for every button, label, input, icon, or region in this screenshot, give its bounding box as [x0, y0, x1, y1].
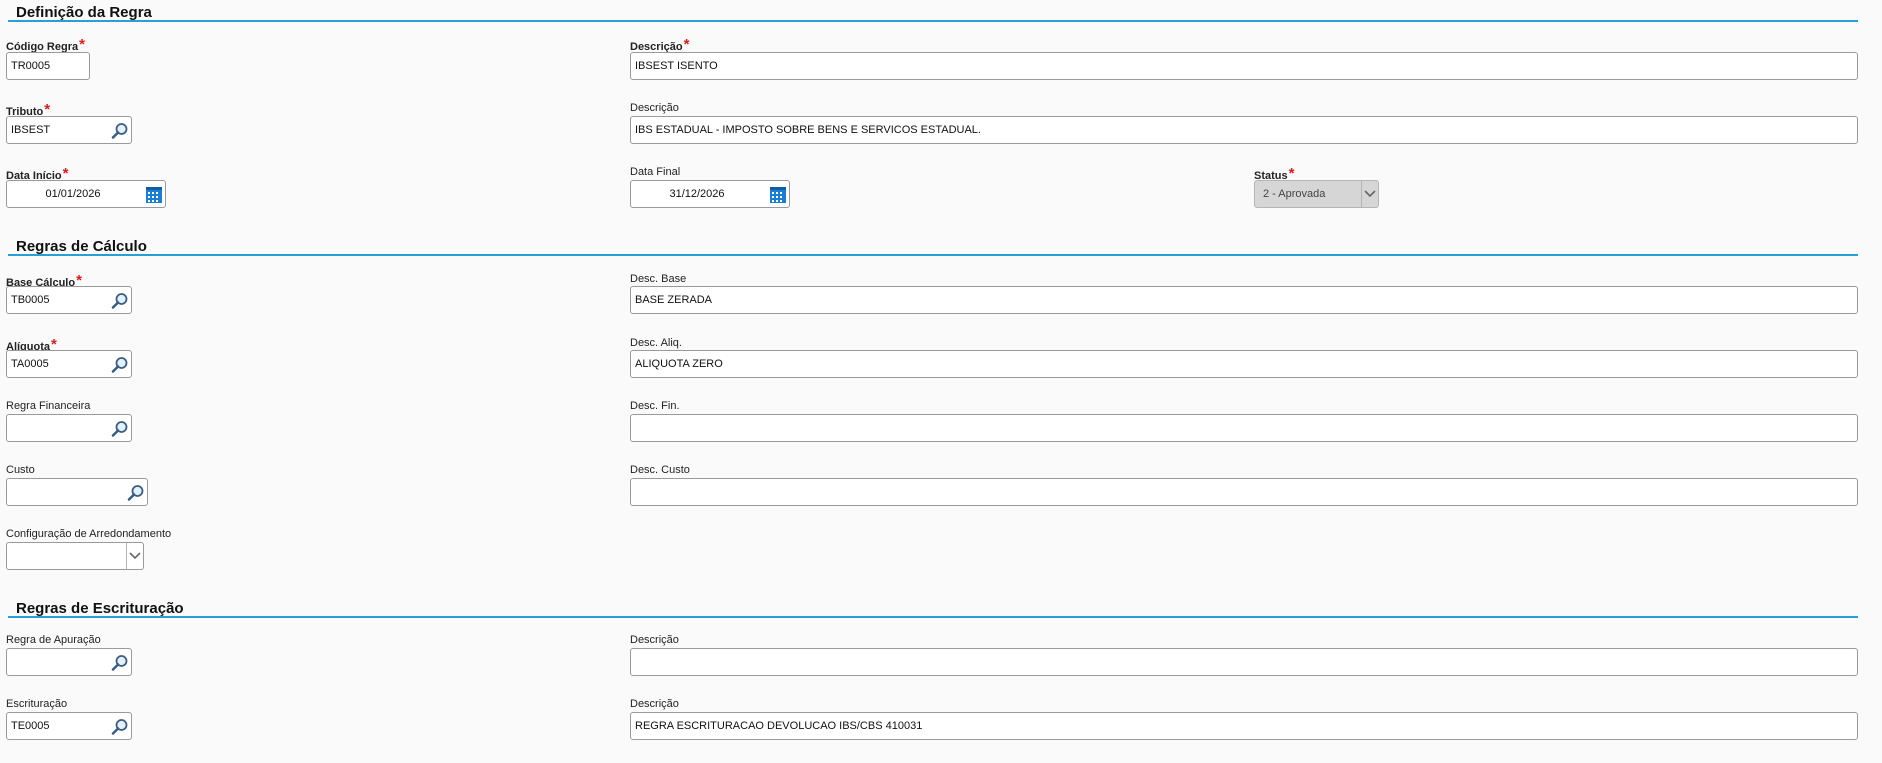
desc-custo-field[interactable] — [630, 478, 1858, 506]
tributo-value: IBSEST — [11, 124, 51, 136]
base-calculo-value: TB0005 — [11, 294, 50, 306]
config-arredondamento-select[interactable] — [6, 542, 144, 570]
data-final-value: 31/12/2026 — [669, 188, 725, 200]
desc-custo-label: Desc. Custo — [630, 464, 690, 476]
search-icon[interactable] — [111, 356, 129, 374]
descricao-tributo-value: IBS ESTADUAL - IMPOSTO SOBRE BENS E SERV… — [635, 124, 981, 136]
aliquota-value: TA0005 — [11, 358, 49, 370]
section-title-definicao: Definição da Regra — [16, 4, 152, 21]
descricao-escrituracao-field[interactable]: REGRA ESCRITURACAO DEVOLUCAO IBS/CBS 410… — [630, 712, 1858, 740]
codigo-regra-value: TR0005 — [11, 60, 51, 72]
regra-apuracao-label: Regra de Apuração — [6, 634, 101, 646]
desc-fin-field[interactable] — [630, 414, 1858, 442]
custo-field[interactable] — [6, 478, 148, 506]
config-arredondamento-label: Configuração de Arredondamento — [6, 528, 172, 540]
descricao-regra-field[interactable]: IBSEST ISENTO — [630, 52, 1858, 80]
section-divider — [8, 20, 1858, 22]
descricao-tributo-field[interactable]: IBS ESTADUAL - IMPOSTO SOBRE BENS E SERV… — [630, 116, 1858, 144]
section-title-calculo: Regras de Cálculo — [16, 238, 147, 255]
search-icon[interactable] — [111, 292, 129, 310]
regra-financeira-field[interactable] — [6, 414, 132, 442]
desc-aliq-label: Desc. Aliq. — [630, 337, 682, 349]
search-icon[interactable] — [111, 654, 129, 672]
desc-fin-label: Desc. Fin. — [630, 400, 680, 412]
descricao-apuracao-label: Descrição — [630, 634, 679, 646]
desc-base-label: Desc. Base — [630, 273, 687, 285]
base-calculo-field[interactable]: TB0005 — [6, 286, 132, 314]
desc-aliq-field[interactable]: ALIQUOTA ZERO — [630, 350, 1858, 378]
descricao-escrituracao-value: REGRA ESCRITURACAO DEVOLUCAO IBS/CBS 410… — [635, 720, 923, 732]
descricao-tributo-label: Descrição — [630, 102, 679, 114]
escrituracao-value: TE0005 — [11, 720, 50, 732]
descricao-escrituracao-label: Descrição — [630, 698, 679, 710]
desc-base-field[interactable]: BASE ZERADA — [630, 286, 1858, 314]
custo-label: Custo — [6, 464, 35, 476]
descricao-apuracao-field[interactable] — [630, 648, 1858, 676]
desc-base-value: BASE ZERADA — [635, 294, 713, 306]
data-inicio-value: 01/01/2026 — [45, 188, 101, 200]
chevron-down-icon[interactable] — [126, 543, 143, 569]
regra-apuracao-field[interactable] — [6, 648, 132, 676]
section-divider — [8, 616, 1858, 618]
codigo-regra-field[interactable]: TR0005 — [6, 52, 90, 80]
section-title-escrituracao: Regras de Escrituração — [16, 600, 184, 617]
search-icon[interactable] — [111, 420, 129, 438]
status-value: 2 - Aprovada — [1263, 188, 1326, 200]
regra-financeira-label: Regra Financeira — [6, 400, 91, 412]
status-select: 2 - Aprovada — [1254, 180, 1379, 208]
escrituracao-label: Escrituração — [6, 698, 68, 710]
data-inicio-field[interactable]: 01/01/2026 — [6, 180, 166, 208]
desc-aliq-value: ALIQUOTA ZERO — [635, 358, 723, 370]
descricao-regra-value: IBSEST ISENTO — [635, 60, 718, 72]
search-icon[interactable] — [111, 122, 129, 140]
calendar-icon[interactable] — [769, 186, 787, 204]
data-final-label: Data Final — [630, 166, 681, 178]
tributo-field[interactable]: IBSEST — [6, 116, 132, 144]
calendar-icon[interactable] — [145, 186, 163, 204]
search-icon[interactable] — [127, 484, 145, 502]
escrituracao-field[interactable]: TE0005 — [6, 712, 132, 740]
search-icon[interactable] — [111, 718, 129, 736]
chevron-down-icon — [1361, 181, 1378, 207]
aliquota-field[interactable]: TA0005 — [6, 350, 132, 378]
section-divider — [8, 254, 1858, 256]
data-final-field[interactable]: 31/12/2026 — [630, 180, 790, 208]
